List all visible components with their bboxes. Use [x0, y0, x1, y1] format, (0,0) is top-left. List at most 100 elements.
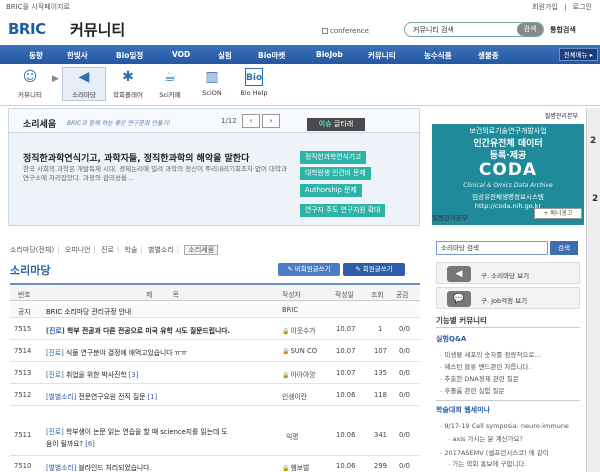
qa-item[interactable]: 후졸룸 관련 실험 질문 — [440, 385, 580, 395]
subnav-scion[interactable]: ▥ SciON — [190, 68, 234, 97]
row-likes: 0/0 — [399, 391, 410, 399]
prev-page-button[interactable]: ‹ — [242, 114, 260, 128]
tab-career[interactable]: 진로 — [101, 246, 114, 254]
old-jobworry-link[interactable]: 💬 구. Job걱정 보기 — [436, 287, 580, 309]
member-write-button[interactable]: ✎ 회원글쓰기 — [343, 263, 405, 276]
row-subject[interactable]: [별별소리] 블라인드 처리되었습니다. — [46, 462, 152, 472]
conf-item-cont[interactable]: axis 가시는 분 계신가요? — [440, 433, 580, 443]
row-num: 7514 — [14, 347, 32, 355]
set-startpage-link[interactable]: BRIC을 시작페이지로 — [6, 2, 70, 12]
row-subject-cont[interactable]: 움이 될까요? [6] — [46, 438, 95, 448]
subnav-biohelp[interactable]: Bio Bio Help — [232, 68, 276, 97]
issue-tag-link[interactable]: 정직한과학연식기고 — [300, 151, 367, 164]
banner-caption: 질병관리본부 — [432, 214, 468, 222]
row-tag: [진로] — [46, 428, 64, 436]
table-row[interactable]: 7510 [별별소리] 블라인드 처리되었습니다. 🔒햄보벌 10.06 299… — [10, 456, 420, 472]
issue-label-b: 글타래 — [333, 120, 354, 128]
table-row[interactable]: 7514 [진로] 식물 연구분야 결정에 애먹고있습니다 ㅠㅠ 🔒SUN CO… — [10, 340, 420, 362]
tab-all[interactable]: 소리마당(전체) — [10, 246, 54, 254]
subnav-flare[interactable]: ✱ 학회플레어 — [106, 68, 150, 99]
util-separator: | — [564, 3, 567, 11]
banner-ad-more-button[interactable]: + 배너광고 — [534, 208, 582, 219]
tab-misc[interactable]: 별별소리 — [148, 246, 174, 254]
qa-section-title[interactable]: 실험Q&A — [436, 334, 580, 344]
table-row[interactable]: 7512 [별별소리] 전문연구요원 전직 질문 [1] 인생이란 10.06 … — [10, 384, 420, 406]
row-subject[interactable]: [진로] 취업을 위한 박사진학 [3] — [46, 369, 138, 379]
row-subject-text: 전문연구요원 전직 질문 — [76, 393, 146, 401]
cafe-icon: ☕ — [163, 69, 177, 85]
row-author-text: 햄보벌 — [290, 464, 310, 472]
subnav-community[interactable]: ☺ 커뮤니티 — [8, 68, 52, 99]
sori-headline-link[interactable]: 정직한과학연식기고, 과학자들, 정직한과학의 해악을 말한다 — [23, 151, 249, 164]
tab-soriseum[interactable]: 소리세움 — [184, 245, 219, 255]
table-row[interactable]: 공지 BRIC 소리마당 관리규정 안내 BRIC — [10, 301, 420, 318]
guest-write-button[interactable]: ✎ 비회원글쓰기 — [278, 263, 340, 276]
row-subject-text: 식물 연구분야 결정에 애먹고있습니다 ㅠㅠ — [63, 349, 188, 357]
tab-academic[interactable]: 학술 — [125, 246, 138, 254]
issue-tag-link[interactable]: Authorship 문제 — [300, 184, 362, 197]
table-row[interactable]: 7513 [진로] 취업을 위한 박사진학 [3] 🔒아아아앙 10.07 13… — [10, 362, 420, 384]
old-sorimadang-link[interactable]: ◀ 구. 소리마당 보기 — [436, 262, 580, 284]
conference-icon — [322, 28, 328, 34]
category-tabs: 소리마당(전체) | 오피니언 | 진로 | 학술 | 별별소리 | 소리세움 — [10, 245, 221, 255]
qa-item[interactable]: 추출한 DNA정제 관련 질문 — [440, 373, 580, 383]
conf-item-cont[interactable]: 가는 학회 홍보에 구합니다. — [440, 458, 580, 468]
gnb-item-community[interactable]: 커뮤니티 — [368, 50, 396, 61]
table-row[interactable]: 7511 [진로] 학부생이 논문 읽는 연습을 할 때 science지를 읽… — [10, 406, 420, 456]
conference-link[interactable]: conference — [322, 27, 369, 35]
subnav-label: 소리마당 — [72, 91, 96, 99]
row-subject[interactable]: BRIC 소리마당 관리규정 안내 — [46, 306, 131, 316]
gnb-item-vod[interactable]: VOD — [172, 50, 190, 59]
subnav-scicafe[interactable]: ☕ Sci카페 — [148, 68, 192, 99]
search-button[interactable]: 검색 — [517, 23, 543, 36]
gnb-item-agri-food[interactable]: 농수식품 — [424, 50, 452, 61]
search-input[interactable] — [413, 25, 517, 35]
lock-icon: 🔒 — [282, 372, 290, 379]
banner-line: 보건의료기술연구개발사업 — [469, 127, 547, 135]
megaphone-icon: ◀ — [78, 69, 90, 85]
gnb-item-hanbitsa[interactable]: 한빛사 — [67, 50, 88, 61]
side-link-label: 구. 소리마당 보기 — [481, 272, 530, 280]
table-row[interactable]: 7515 [진로] 학부 전공과 다른 전공으로 미국 유학 시도 질문드립니다… — [10, 318, 420, 340]
gnb-item-species[interactable]: 생물종 — [478, 50, 499, 61]
tab-opinion[interactable]: 오피니언 — [65, 246, 91, 254]
gnb-item-trends[interactable]: 동향 — [29, 50, 43, 61]
bric-logo[interactable]: BRIC — [8, 20, 46, 38]
subnav-sorimadang[interactable]: ◀ 소리마당 — [62, 67, 106, 101]
community-subnav: ☺ 커뮤니티 ▶ ◀ 소리마당 ✱ 학회플레어 ☕ Sci카페 ▥ SciON Bio Bi… — [0, 64, 600, 106]
gnb-item-bio-market[interactable]: Bio마켓 — [258, 50, 285, 61]
board-title: 소리마당 — [10, 264, 51, 277]
qa-item[interactable]: 웨스턴 블롯 밴드관련 자릅니다. — [440, 361, 580, 371]
row-subject[interactable]: [진로] 학부 전공과 다른 전공으로 미국 유학 시도 질문드립니다. — [46, 325, 230, 335]
join-link[interactable]: 회원가입 — [532, 3, 558, 11]
total-search-link[interactable]: 통합검색 — [550, 25, 576, 35]
conf-item[interactable]: 2017ASEMV (셀프런시스코) 에 같이 — [440, 447, 580, 457]
gnb-item-experiment[interactable]: 실험 — [218, 50, 232, 61]
row-author: BRIC — [282, 306, 299, 314]
row-subject[interactable]: [진로] 식물 연구분야 결정에 애먹고있습니다 ㅠㅠ — [46, 347, 187, 357]
adjacent-panel-edge — [586, 108, 600, 472]
row-subject[interactable]: [별별소리] 전문연구요원 전직 질문 [1] — [46, 391, 157, 401]
issue-label-a: 이슈 — [318, 120, 332, 128]
gnb-item-biojob[interactable]: BioJob — [316, 50, 343, 59]
all-menu-button[interactable]: 전체메뉴 ▸ — [558, 48, 598, 61]
issue-thread-label: 이슈 글타래 — [307, 118, 365, 131]
conf-item[interactable]: 9/17-19 Cell symposia: neuro-immune — [440, 422, 580, 430]
issue-tag-link[interactable]: 대학원생 인건비 문제 — [300, 167, 371, 180]
row-likes: 0/0 — [399, 347, 410, 355]
qa-item[interactable]: 미생물 세포의 숫자를 정량적으로… — [440, 349, 580, 359]
row-likes: 0/0 — [399, 462, 410, 470]
banner-agency: 질병관리본부 — [432, 110, 584, 124]
conference-section-title[interactable]: 학술대회 웹세미나 — [436, 405, 580, 415]
comment-count: [1] — [145, 393, 158, 401]
next-page-button[interactable]: › — [262, 114, 280, 128]
login-link[interactable]: 로그인 — [573, 3, 592, 11]
row-tag: [진로] — [46, 349, 64, 357]
sorimadang-search-button[interactable]: 검색 — [550, 241, 578, 255]
sorimadang-search-input[interactable]: 소리마당 검색 — [436, 241, 548, 255]
row-subject[interactable]: [진로] 학부생이 논문 읽는 연습을 할 때 science지를 읽는데 도 — [46, 426, 228, 436]
subnav-label: 커뮤니티 — [18, 91, 42, 99]
row-tag: [별별소리] — [46, 393, 77, 401]
gnb-item-bio-schedule[interactable]: Bio일정 — [116, 50, 143, 61]
issue-tag-link[interactable]: 연구자 주도 연구지원 확대 — [300, 204, 386, 217]
